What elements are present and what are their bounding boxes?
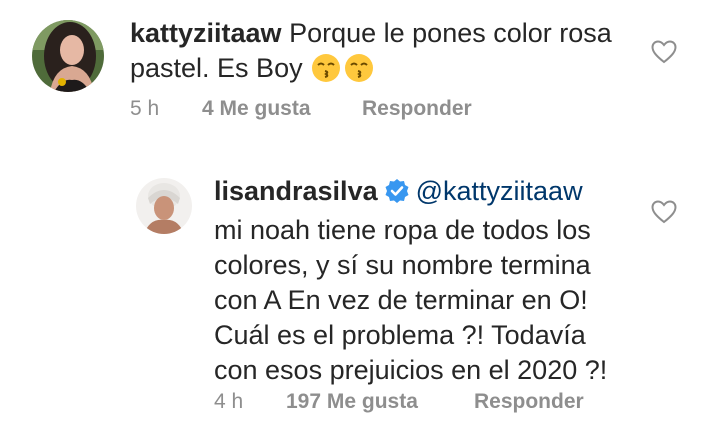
comment-meta: 4 h 197 Me gusta Responder <box>214 389 634 415</box>
comment-lisandrasilva: lisandrasilva @kattyziitaaw mi noah tien… <box>0 160 720 421</box>
avatar-lisandrasilva[interactable] <box>136 178 192 234</box>
comment-time[interactable]: 5 h <box>130 96 159 122</box>
comment-text: kattyziitaaw Porque le pones color rosa … <box>130 16 670 92</box>
comment-body-line: colores, y sí su nombre termina <box>214 250 591 280</box>
comment-kattyziitaaw: kattyziitaaw Porque le pones color rosa … <box>0 0 720 140</box>
likes-count[interactable]: 197 Me gusta <box>286 389 418 415</box>
comment-text: lisandrasilva @kattyziitaaw mi noah tien… <box>214 174 684 388</box>
kissing-face-emoji <box>311 53 341 92</box>
avatar-kattyziitaaw[interactable] <box>32 20 104 92</box>
reply-button[interactable]: Responder <box>362 96 472 122</box>
heart-icon[interactable] <box>651 200 677 224</box>
reply-button[interactable]: Responder <box>474 389 584 415</box>
comment-body-line: pastel. Es Boy <box>130 53 303 83</box>
username-kattyziitaaw[interactable]: kattyziitaaw <box>130 18 282 48</box>
comment-time[interactable]: 4 h <box>214 389 243 415</box>
kissing-face-emoji <box>344 53 374 92</box>
verified-badge-icon <box>384 178 410 213</box>
likes-count[interactable]: 4 Me gusta <box>202 96 311 122</box>
comment-body-line: mi noah tiene ropa de todos los <box>214 215 591 245</box>
comment-body-line: con esos prejuicios en el 2020 ?! <box>214 355 608 385</box>
comment-meta: 5 h 4 Me gusta Responder <box>130 96 530 122</box>
comment-body-line: Porque le pones color rosa <box>289 18 612 48</box>
mention-link[interactable]: @kattyziitaaw <box>416 176 583 206</box>
comment-body-line: Cuál es el problema ?! Todavía <box>214 320 586 350</box>
heart-icon[interactable] <box>651 40 677 64</box>
username-lisandrasilva[interactable]: lisandrasilva <box>214 176 378 206</box>
comment-body-line: con A En vez de terminar en O! <box>214 285 588 315</box>
